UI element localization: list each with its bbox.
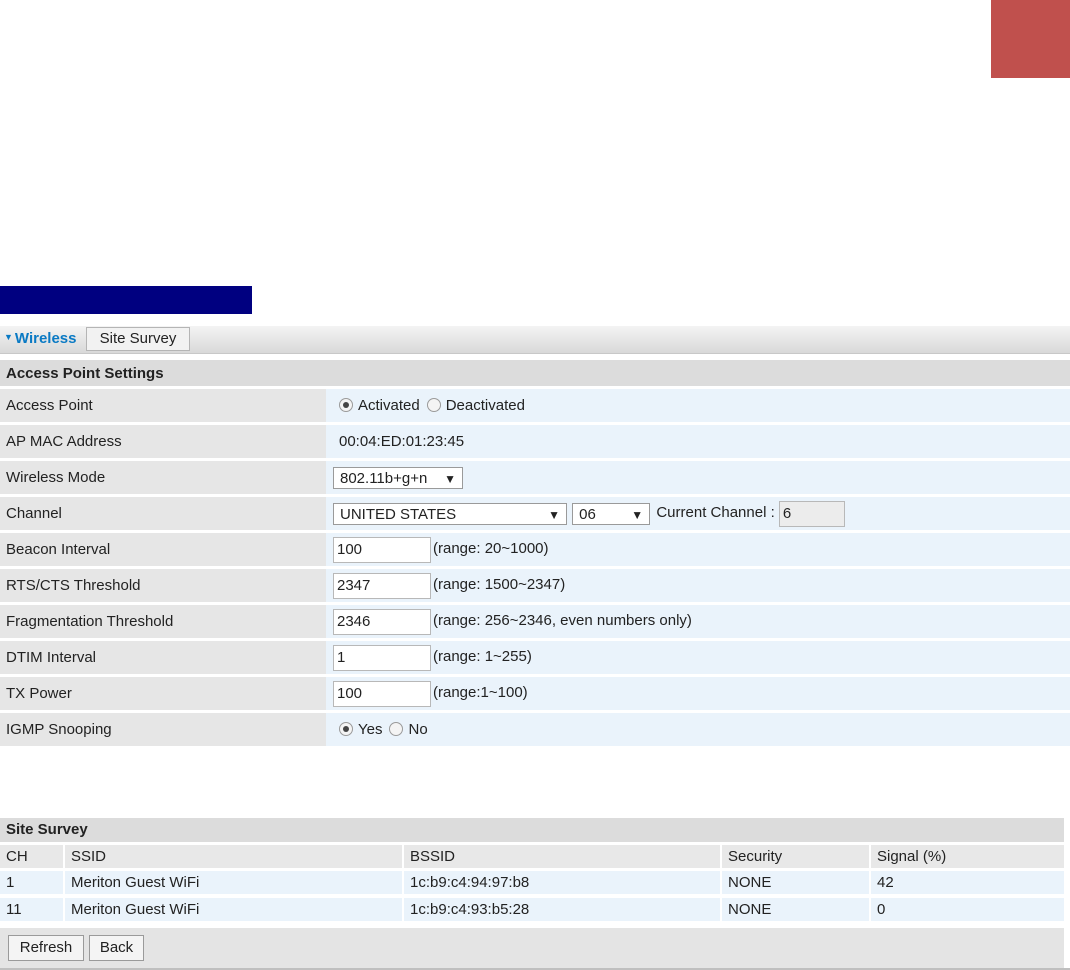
dropdown-arrow-icon: ▼ <box>548 507 560 522</box>
col-security: Security <box>728 848 783 865</box>
frag-input[interactable]: 2346 <box>333 608 431 635</box>
row-tx: TX Power 100 (range:1~100) <box>0 677 1070 710</box>
frag-hint: (range: 256~2346, even numbers only) <box>433 612 692 630</box>
dtim-hint: (range: 1~255) <box>433 648 532 666</box>
country-value: UNITED STATES <box>340 505 457 523</box>
tab-site-survey[interactable]: Site Survey <box>86 327 190 351</box>
cell-signal: 0 <box>877 901 886 918</box>
cell-ch: 11 <box>6 901 22 918</box>
back-button[interactable]: Back <box>89 935 144 961</box>
rts-label: RTS/CTS Threshold <box>0 569 326 602</box>
corner-block <box>991 0 1070 78</box>
col-bssid: BSSID <box>410 848 456 865</box>
beacon-hint: (range: 20~1000) <box>433 540 549 558</box>
mac-label: AP MAC Address <box>0 425 326 458</box>
igmp-yes-label: Yes <box>358 721 383 738</box>
dropdown-arrow-icon: ▼ <box>444 471 456 486</box>
tx-label: TX Power <box>0 677 326 710</box>
site-survey-footer: Refresh Back <box>0 928 1064 968</box>
tab-site-survey-label: Site Survey <box>99 330 177 347</box>
wireless-mode-label: Wireless Mode <box>0 461 326 494</box>
channel-select[interactable]: 06 ▼ <box>572 502 651 525</box>
current-channel-field: 6 <box>778 500 845 527</box>
igmp-no-radio[interactable] <box>389 722 404 736</box>
mac-value: 00:04:ED:01:23:45 <box>339 433 465 450</box>
deactivated-label: Deactivated <box>445 397 525 414</box>
col-signal: Signal (%) <box>877 848 947 865</box>
igmp-label: IGMP Snooping <box>0 713 326 746</box>
cell-ch: 1 <box>6 874 15 891</box>
tab-bar: ▼ Wireless Site Survey <box>0 326 1070 354</box>
row-igmp: IGMP Snooping Yes No <box>0 713 1070 746</box>
tab-wireless[interactable]: ▼ Wireless <box>0 326 84 351</box>
activated-radio[interactable] <box>339 398 353 412</box>
dtim-input[interactable]: 1 <box>333 644 431 671</box>
cell-signal: 42 <box>877 874 894 891</box>
tx-input[interactable]: 100 <box>333 680 431 707</box>
cell-ssid: Meriton Guest WiFi <box>71 901 200 918</box>
row-wireless-mode: Wireless Mode 802.11b+g+n ▼ <box>0 461 1070 494</box>
row-dtim: DTIM Interval 1 (range: 1~255) <box>0 641 1070 674</box>
col-ssid: SSID <box>71 848 107 865</box>
site-survey-header-row: CH SSID BSSID Security Signal (%) <box>0 845 1064 868</box>
site-survey-title: Site Survey <box>0 818 1064 842</box>
activated-label: Activated <box>358 397 420 414</box>
row-channel: Channel UNITED STATES ▼ 06 ▼ Current Chann… <box>0 497 1070 530</box>
section-title: Access Point Settings <box>0 360 1070 386</box>
row-beacon: Beacon Interval 100 (range: 20~1000) <box>0 533 1070 566</box>
cell-security: NONE <box>728 874 772 891</box>
cell-security: NONE <box>728 901 772 918</box>
rts-hint: (range: 1500~2347) <box>433 576 566 594</box>
tab-wireless-label: Wireless <box>14 330 77 347</box>
tx-hint: (range:1~100) <box>433 684 528 702</box>
rts-input[interactable]: 2347 <box>333 572 431 599</box>
channel-value: 06 <box>579 505 596 523</box>
igmp-no-label: No <box>408 721 428 738</box>
access-point-label: Access Point <box>0 389 326 422</box>
wireless-mode-value: 802.11b+g+n <box>340 469 428 487</box>
frag-label: Fragmentation Threshold <box>0 605 326 638</box>
deactivated-radio[interactable] <box>426 398 441 412</box>
igmp-yes-radio[interactable] <box>339 722 353 736</box>
cell-bssid: 1c:b9:c4:94:97:b8 <box>410 874 530 891</box>
cell-bssid: 1c:b9:c4:93:b5:28 <box>410 901 530 918</box>
current-channel-label: Current Channel : <box>656 504 775 522</box>
row-mac: AP MAC Address 00:04:ED:01:23:45 <box>0 425 1070 458</box>
row-frag: Fragmentation Threshold 2346 (range: 256~… <box>0 605 1070 638</box>
refresh-button[interactable]: Refresh <box>8 935 84 961</box>
dtim-label: DTIM Interval <box>0 641 326 674</box>
access-point-settings-table: Access Point Settings Access Point Activ… <box>0 357 1070 749</box>
channel-label: Channel <box>0 497 326 530</box>
table-row[interactable]: 11 Meriton Guest WiFi 1c:b9:c4:93:b5:28 … <box>0 898 1064 921</box>
country-select[interactable]: UNITED STATES ▼ <box>333 502 567 525</box>
row-rts: RTS/CTS Threshold 2347 (range: 1500~2347) <box>0 569 1070 602</box>
wireless-mode-select[interactable]: 802.11b+g+n ▼ <box>333 466 463 489</box>
table-row[interactable]: 1 Meriton Guest WiFi 1c:b9:c4:94:97:b8 N… <box>0 871 1064 894</box>
cell-ssid: Meriton Guest WiFi <box>71 874 200 891</box>
nav-bar <box>0 286 252 314</box>
row-access-point: Access Point Activated Deactivated <box>0 389 1070 422</box>
beacon-input[interactable]: 100 <box>333 536 431 563</box>
col-ch: CH <box>6 848 28 865</box>
dropdown-arrow-icon: ▼ <box>631 507 644 522</box>
caret-down-icon: ▼ <box>4 332 13 342</box>
beacon-label: Beacon Interval <box>0 533 326 566</box>
